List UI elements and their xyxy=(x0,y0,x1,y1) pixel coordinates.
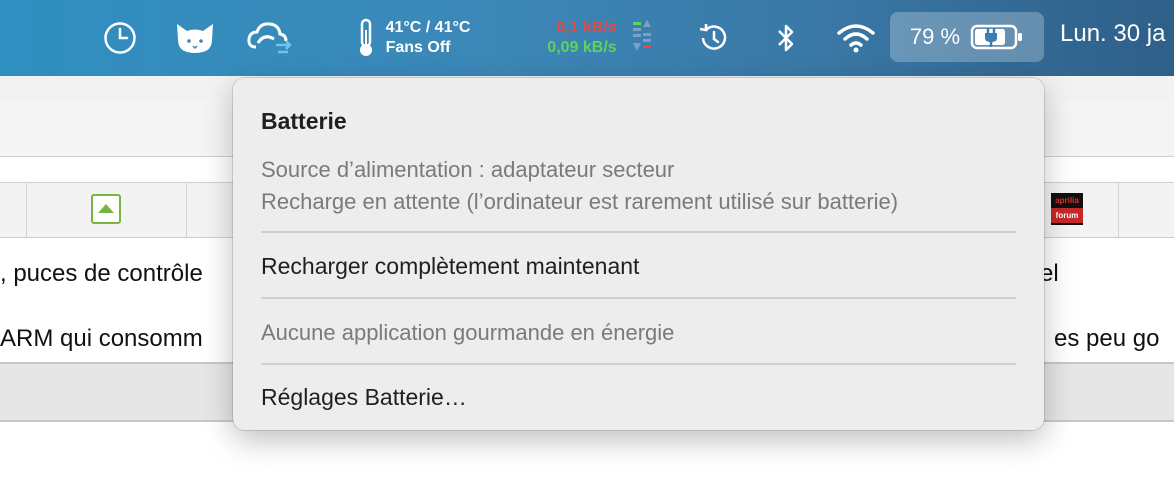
network-meter-icon xyxy=(631,19,653,57)
temperature-widget[interactable]: 41°C / 41°C Fans Off xyxy=(338,14,488,62)
upload-rate: 0,1 kB/s xyxy=(556,19,617,36)
battery-status-button[interactable]: 79 % xyxy=(890,12,1044,62)
power-source-info: Source d’alimentation : adaptateur secte… xyxy=(261,157,675,182)
no-energy-apps-item: Aucune application gourmande en énergie xyxy=(261,320,675,345)
fans-status: Fans Off xyxy=(385,39,451,56)
logo-top-text: aprilia xyxy=(1055,196,1079,205)
clock-icon[interactable] xyxy=(102,20,138,56)
toolbar-divider xyxy=(186,183,187,237)
time-machine-icon[interactable] xyxy=(696,20,732,56)
battery-settings-item[interactable]: Réglages Batterie… xyxy=(261,384,467,411)
toolbar-divider xyxy=(1118,183,1119,237)
menu-separator xyxy=(261,297,1016,299)
temperature-reading: 41°C / 41°C xyxy=(385,19,471,36)
bluetooth-icon[interactable] xyxy=(772,20,800,56)
cat-icon[interactable] xyxy=(174,18,216,58)
battery-charging-icon xyxy=(970,23,1024,51)
thermometer-icon xyxy=(356,18,376,58)
scroll-up-icon[interactable] xyxy=(91,194,121,224)
aprilia-forum-logo[interactable]: aprilia forum xyxy=(1051,193,1083,225)
wifi-icon[interactable] xyxy=(836,20,876,56)
page-text-line: , puces de contrôle xyxy=(0,260,203,287)
sync-cloud-icon[interactable] xyxy=(246,18,294,58)
menu-bar: 41°C / 41°C Fans Off 0,1 kB/s 0,09 kB/s … xyxy=(0,0,1174,76)
battery-menu: Batterie Source d’alimentation : adaptat… xyxy=(233,78,1044,430)
page-text-line-right: es peu go xyxy=(1054,325,1160,352)
recharge-now-item[interactable]: Recharger complètement maintenant xyxy=(261,253,639,280)
menu-bar-clock[interactable]: Lun. 30 ja xyxy=(1060,20,1165,48)
logo-bottom-text: forum xyxy=(1051,208,1083,223)
menu-separator xyxy=(261,231,1016,233)
menu-title: Batterie xyxy=(261,108,347,134)
download-rate: 0,09 kB/s xyxy=(547,39,617,56)
toolbar-divider xyxy=(26,183,27,237)
menu-separator xyxy=(261,363,1016,365)
network-widget[interactable]: 0,1 kB/s 0,09 kB/s xyxy=(530,14,670,62)
battery-percentage: 79 % xyxy=(909,24,961,49)
page-text-line: ARM qui consomm xyxy=(0,325,203,352)
charging-status-info: Recharge en attente (l’ordinateur est ra… xyxy=(261,189,899,214)
